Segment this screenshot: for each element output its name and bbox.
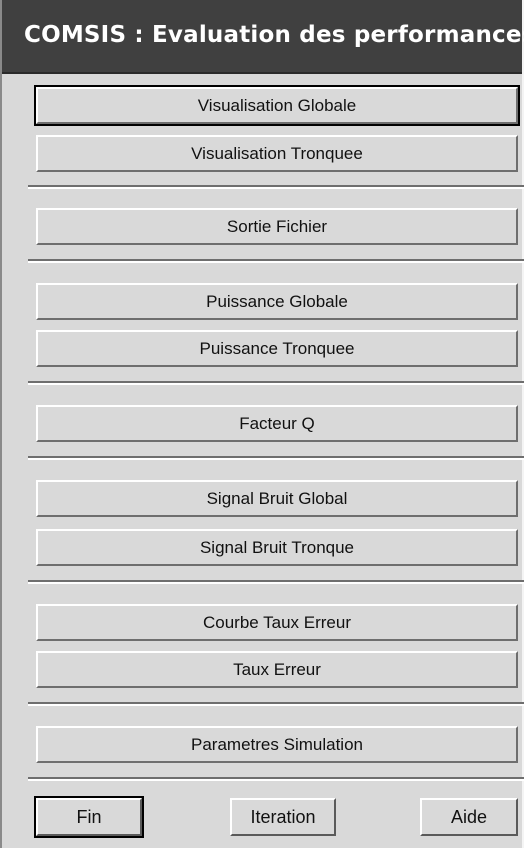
facteur-q-button[interactable]: Facteur Q (36, 405, 518, 442)
separator (28, 259, 524, 263)
separator (28, 580, 524, 584)
visualisation-globale-button[interactable]: Visualisation Globale (34, 85, 520, 126)
separator (28, 381, 524, 385)
parametres-simulation-button[interactable]: Parametres Simulation (36, 726, 518, 763)
signal-bruit-global-button[interactable]: Signal Bruit Global (36, 480, 518, 517)
separator (28, 777, 524, 781)
fin-button[interactable]: Fin (34, 796, 144, 838)
taux-erreur-button[interactable]: Taux Erreur (36, 651, 518, 688)
puissance-globale-button[interactable]: Puissance Globale (36, 283, 518, 320)
aide-button[interactable]: Aide (420, 798, 518, 836)
sortie-fichier-button[interactable]: Sortie Fichier (36, 208, 518, 245)
separator (28, 702, 524, 706)
comsis-window: COMSIS : Evaluation des performances Vis… (0, 0, 524, 848)
signal-bruit-tronque-button[interactable]: Signal Bruit Tronque (36, 529, 518, 566)
visualisation-tronquee-button[interactable]: Visualisation Tronquee (36, 135, 518, 172)
puissance-tronquee-button[interactable]: Puissance Tronquee (36, 330, 518, 367)
iteration-button[interactable]: Iteration (230, 798, 336, 836)
title-bar[interactable]: COMSIS : Evaluation des performances (2, 0, 524, 74)
window-title: COMSIS : Evaluation des performances (24, 22, 524, 48)
separator (28, 456, 524, 460)
courbe-taux-erreur-button[interactable]: Courbe Taux Erreur (36, 604, 518, 641)
separator (28, 185, 524, 189)
